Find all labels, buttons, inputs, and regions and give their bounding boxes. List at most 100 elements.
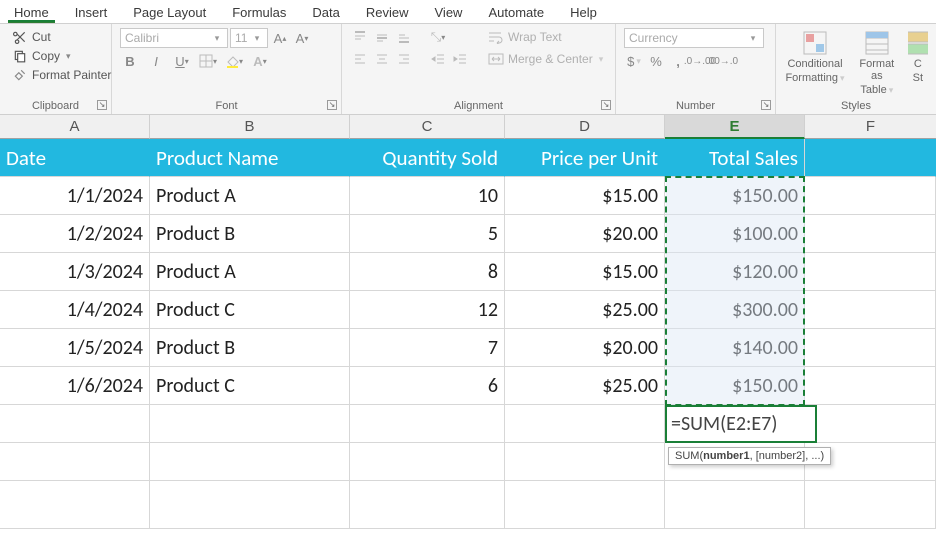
bold-button[interactable]: B <box>120 52 140 70</box>
cell-date[interactable]: 1/3/2024 <box>0 253 150 291</box>
accounting-format-button[interactable]: $ <box>624 52 644 70</box>
cell-total[interactable]: $140.00 <box>665 329 805 367</box>
increase-font-button[interactable]: A▴ <box>270 29 290 47</box>
header-total[interactable]: Total Sales <box>665 139 805 177</box>
cell[interactable] <box>805 481 936 529</box>
align-right-button[interactable] <box>394 50 414 68</box>
cell-total[interactable]: $150.00 <box>665 367 805 405</box>
font-color-button[interactable]: A ▾ <box>250 52 270 70</box>
merge-center-button[interactable]: Merge & Center <box>484 50 607 68</box>
spreadsheet[interactable]: A B C D E F Date Product Name Quantity S… <box>0 115 936 529</box>
cell-total[interactable]: $100.00 <box>665 215 805 253</box>
cell-qty[interactable]: 10 <box>350 177 505 215</box>
align-top-button[interactable] <box>350 28 370 46</box>
cell-date[interactable]: 1/4/2024 <box>0 291 150 329</box>
cell[interactable] <box>350 443 505 481</box>
cell-date[interactable]: 1/5/2024 <box>0 329 150 367</box>
tab-review[interactable]: Review <box>360 1 415 23</box>
col-header-A[interactable]: A <box>0 115 150 139</box>
cell-total[interactable]: $300.00 <box>665 291 805 329</box>
cell[interactable] <box>350 405 505 443</box>
copy-button[interactable]: Copy <box>8 47 115 65</box>
alignment-launcher[interactable]: ↘ <box>601 100 611 110</box>
format-as-table-button[interactable]: Format as Table <box>852 28 902 98</box>
tab-help[interactable]: Help <box>564 1 603 23</box>
align-bottom-button[interactable] <box>394 28 414 46</box>
cell-price[interactable]: $20.00 <box>505 329 665 367</box>
cell[interactable] <box>505 405 665 443</box>
cell[interactable] <box>505 481 665 529</box>
format-painter-button[interactable]: Format Painter <box>8 66 115 84</box>
cell-qty[interactable]: 5 <box>350 215 505 253</box>
cell-date[interactable]: 1/2/2024 <box>0 215 150 253</box>
cell[interactable] <box>805 177 936 215</box>
cell-total[interactable]: $150.00 <box>665 177 805 215</box>
font-launcher[interactable]: ↘ <box>327 100 337 110</box>
cell[interactable] <box>805 405 936 443</box>
tab-formulas[interactable]: Formulas <box>226 1 292 23</box>
cell-qty[interactable]: 12 <box>350 291 505 329</box>
cell[interactable] <box>805 291 936 329</box>
header-price[interactable]: Price per Unit <box>505 139 665 177</box>
number-launcher[interactable]: ↘ <box>761 100 771 110</box>
tab-view[interactable]: View <box>429 1 469 23</box>
cell-date[interactable]: 1/6/2024 <box>0 367 150 405</box>
decrease-font-button[interactable]: A▾ <box>292 29 312 47</box>
align-left-button[interactable] <box>350 50 370 68</box>
cell-product[interactable]: Product C <box>150 367 350 405</box>
increase-indent-button[interactable] <box>450 50 470 68</box>
number-format-combo[interactable]: Currency ▾ <box>624 28 764 48</box>
cell-qty[interactable]: 6 <box>350 367 505 405</box>
cell[interactable] <box>0 443 150 481</box>
col-header-E[interactable]: E <box>665 115 805 139</box>
col-header-C[interactable]: C <box>350 115 505 139</box>
cell[interactable] <box>805 367 936 405</box>
cell[interactable] <box>150 443 350 481</box>
align-middle-button[interactable] <box>372 28 392 46</box>
cell[interactable] <box>150 405 350 443</box>
decrease-decimal-button[interactable]: .00→.0 <box>712 52 732 70</box>
cell-product[interactable]: Product B <box>150 215 350 253</box>
cell-date[interactable]: 1/1/2024 <box>0 177 150 215</box>
cell[interactable] <box>665 481 805 529</box>
active-edit-cell[interactable]: =SUM(E2:E7) <box>665 405 817 443</box>
cell-price[interactable]: $25.00 <box>505 291 665 329</box>
header-product[interactable]: Product Name <box>150 139 350 177</box>
cell-product[interactable]: Product C <box>150 291 350 329</box>
clipboard-launcher[interactable]: ↘ <box>97 100 107 110</box>
orientation-button[interactable]: ⤡▾ <box>428 28 448 46</box>
decrease-indent-button[interactable] <box>428 50 448 68</box>
cell[interactable] <box>805 253 936 291</box>
cell-styles-button[interactable]: C St <box>908 28 928 86</box>
header-qty[interactable]: Quantity Sold <box>350 139 505 177</box>
cell-product[interactable]: Product A <box>150 177 350 215</box>
cell-qty[interactable]: 8 <box>350 253 505 291</box>
tab-home[interactable]: Home <box>8 1 55 23</box>
borders-button[interactable]: ▾ <box>198 52 218 70</box>
cell[interactable] <box>0 481 150 529</box>
font-name-combo[interactable]: Calibri ▾ <box>120 28 228 48</box>
cell[interactable] <box>805 215 936 253</box>
cell-total[interactable]: $120.00 <box>665 253 805 291</box>
tab-page-layout[interactable]: Page Layout <box>127 1 212 23</box>
wrap-text-button[interactable]: Wrap Text <box>484 28 607 46</box>
cut-button[interactable]: Cut <box>8 28 115 46</box>
italic-button[interactable]: I <box>146 52 166 70</box>
font-size-combo[interactable]: 11 ▾ <box>230 28 268 48</box>
cell-price[interactable]: $20.00 <box>505 215 665 253</box>
fill-color-button[interactable]: ▾ <box>224 52 244 70</box>
cell[interactable] <box>505 443 665 481</box>
cell[interactable] <box>805 329 936 367</box>
conditional-formatting-button[interactable]: Conditional Formatting <box>784 28 846 86</box>
align-center-button[interactable] <box>372 50 392 68</box>
cell-product[interactable]: Product A <box>150 253 350 291</box>
col-header-F[interactable]: F <box>805 115 936 139</box>
cell[interactable] <box>0 405 150 443</box>
cell-price[interactable]: $15.00 <box>505 253 665 291</box>
cell-qty[interactable]: 7 <box>350 329 505 367</box>
tab-automate[interactable]: Automate <box>482 1 550 23</box>
cell-F1[interactable] <box>805 139 936 177</box>
cell-price[interactable]: $15.00 <box>505 177 665 215</box>
percent-format-button[interactable]: % <box>646 52 666 70</box>
cell-price[interactable]: $25.00 <box>505 367 665 405</box>
